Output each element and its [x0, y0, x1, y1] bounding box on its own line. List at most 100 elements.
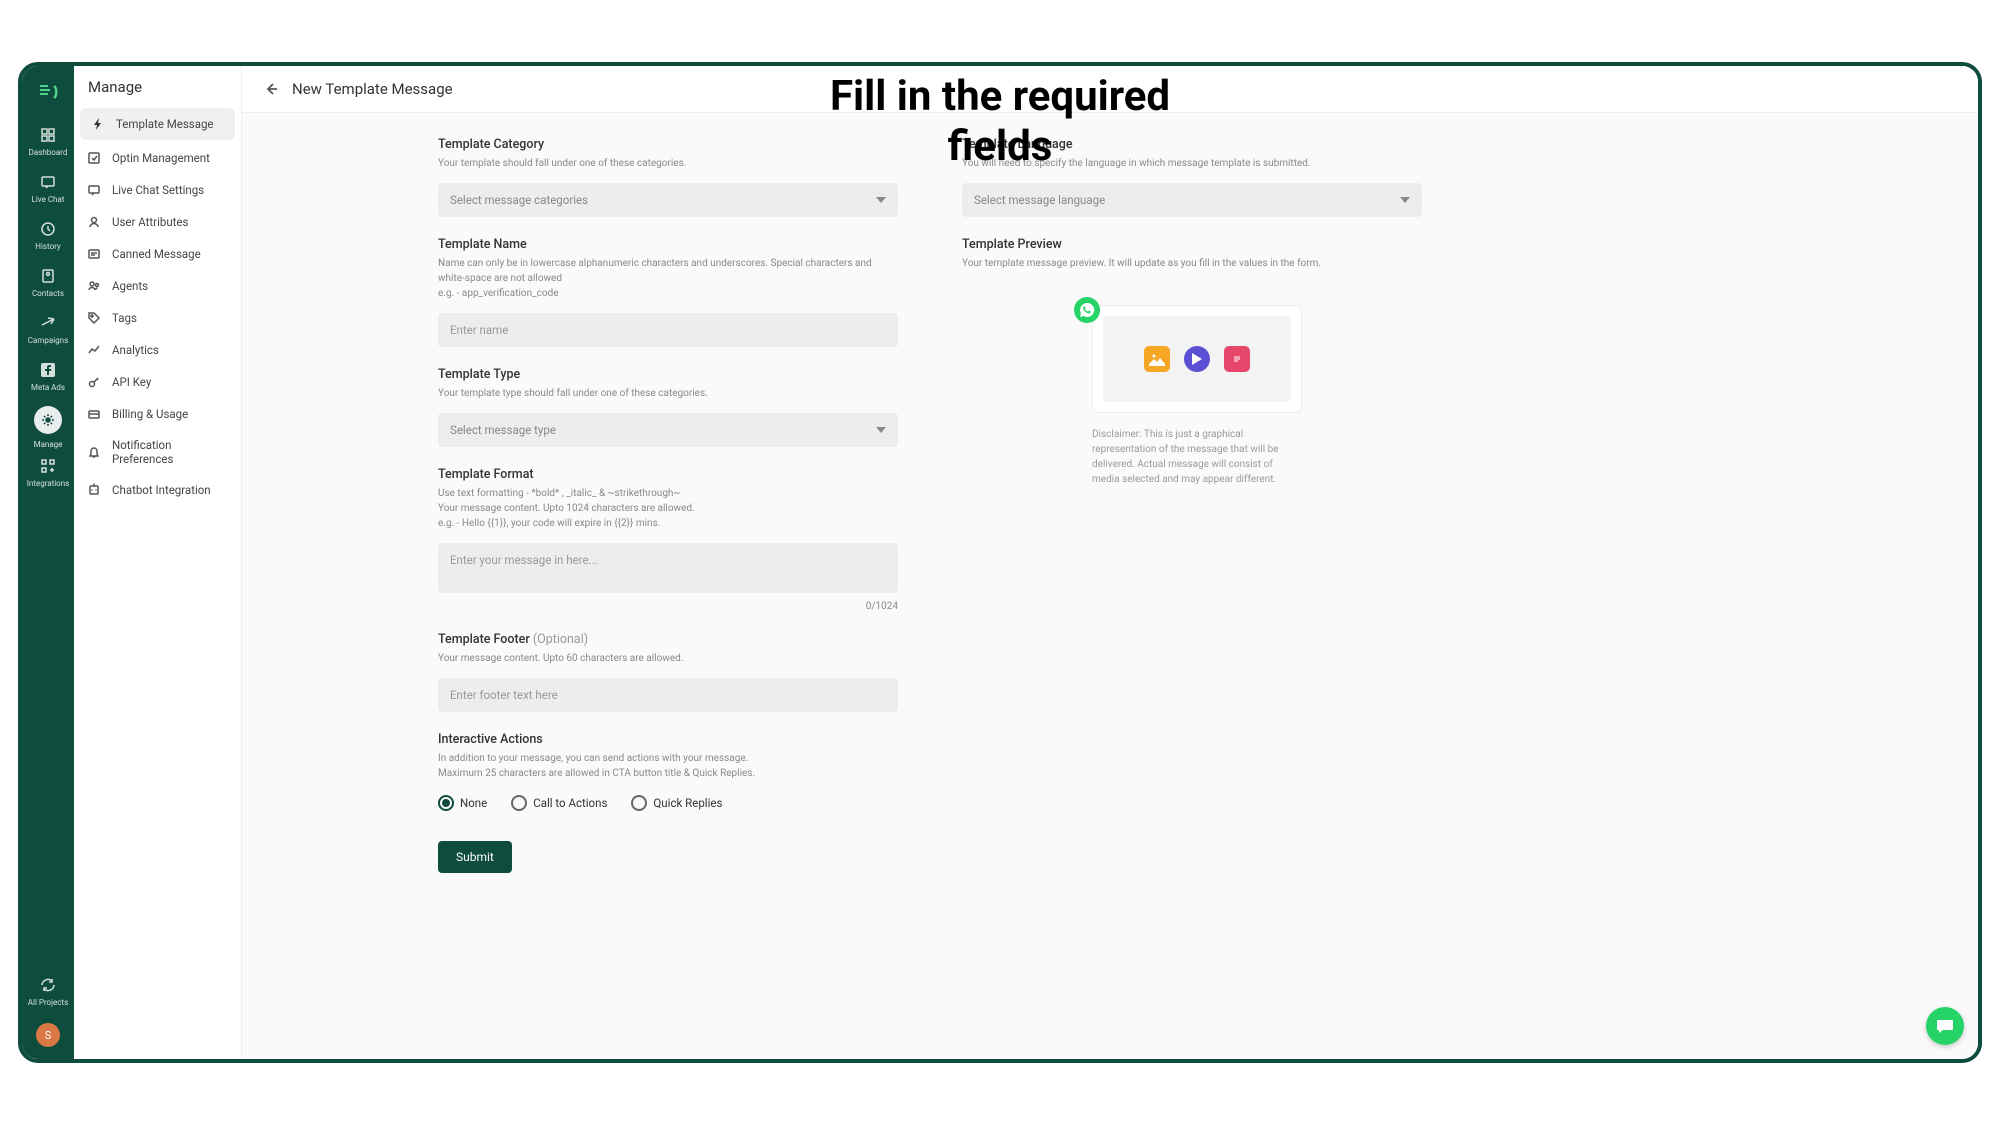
page-title: New Template Message — [292, 80, 453, 98]
form-content: Template Category Your template should f… — [242, 113, 1978, 1059]
rail-item-history[interactable]: History — [22, 212, 74, 259]
rail-item-dashboard[interactable]: Dashboard — [22, 118, 74, 165]
field-template-type: Template Type Your template type should … — [438, 367, 898, 447]
rail-item-meta-ads[interactable]: Meta Ads — [22, 353, 74, 400]
user-avatar[interactable]: S — [36, 1023, 60, 1047]
sidebar-item-label: Billing & Usage — [112, 407, 188, 421]
sidebar-item-template-message[interactable]: Template Message — [80, 108, 235, 140]
canned-icon — [86, 246, 102, 262]
sidebar-item-label: Notification Preferences — [112, 438, 229, 466]
sidebar-item-tags[interactable]: Tags — [74, 302, 241, 334]
app-logo-icon — [34, 78, 62, 106]
image-icon — [1144, 346, 1170, 372]
chat-fab-button[interactable] — [1926, 1007, 1964, 1045]
footer-input[interactable] — [438, 678, 898, 712]
checkbox-icon — [86, 150, 102, 166]
tag-icon — [86, 310, 102, 326]
message-icon — [86, 182, 102, 198]
main-area: New Template Message Template Category Y… — [242, 66, 1978, 1059]
refresh-icon — [39, 976, 57, 994]
left-rail: Dashboard Live Chat History Contacts Cam… — [22, 66, 74, 1059]
integrations-icon — [39, 457, 57, 475]
format-textarea[interactable] — [438, 543, 898, 593]
form-right-column: Template Language You will need to speci… — [962, 137, 1422, 1035]
radio-quick-replies[interactable]: Quick Replies — [631, 795, 722, 811]
agents-icon — [86, 278, 102, 294]
contacts-icon — [39, 267, 57, 285]
sidebar-item-label: Agents — [112, 279, 148, 293]
chevron-down-icon — [876, 427, 886, 433]
sidebar-item-chatbot-integration[interactable]: Chatbot Integration — [74, 474, 241, 506]
radio-call-to-actions[interactable]: Call to Actions — [511, 795, 607, 811]
sidebar-item-label: Canned Message — [112, 247, 201, 261]
facebook-icon — [39, 361, 57, 379]
media-placeholder — [1103, 316, 1291, 402]
language-select[interactable]: Select message language — [962, 183, 1422, 217]
sidebar-item-agents[interactable]: Agents — [74, 270, 241, 302]
name-input[interactable] — [438, 313, 898, 347]
whatsapp-icon — [1074, 297, 1100, 323]
sidebar-item-analytics[interactable]: Analytics — [74, 334, 241, 366]
radio-group: None Call to Actions Quick Replies — [438, 795, 898, 811]
back-arrow-icon[interactable] — [262, 80, 280, 98]
sidebar-item-optin-management[interactable]: Optin Management — [74, 142, 241, 174]
sidebar-item-user-attributes[interactable]: User Attributes — [74, 206, 241, 238]
analytics-icon — [86, 342, 102, 358]
char-count: 0/1024 — [438, 601, 898, 612]
sidebar-item-label: Tags — [112, 311, 137, 325]
preview-bubble — [1092, 305, 1302, 413]
radio-none[interactable]: None — [438, 795, 487, 811]
field-label: Template Name — [438, 237, 898, 252]
radio-icon — [438, 795, 454, 811]
category-select[interactable]: Select message categories — [438, 183, 898, 217]
sidebar-item-label: Live Chat Settings — [112, 183, 204, 197]
gear-icon — [39, 411, 57, 429]
sidebar-item-api-key[interactable]: API Key — [74, 366, 241, 398]
sidebar-item-notification-preferences[interactable]: Notification Preferences — [74, 430, 241, 474]
field-label: Interactive Actions — [438, 732, 898, 747]
chevron-down-icon — [876, 197, 886, 203]
sidebar-item-label: Optin Management — [112, 151, 210, 165]
play-icon — [1184, 346, 1210, 372]
radio-icon — [511, 795, 527, 811]
app-frame: Dashboard Live Chat History Contacts Cam… — [18, 62, 1982, 1063]
overlay-instruction-title: Fill in the required fields — [830, 72, 1170, 173]
field-help: Your message content. Upto 60 characters… — [438, 651, 898, 666]
user-icon — [86, 214, 102, 230]
preview-disclaimer: Disclaimer: This is just a graphical rep… — [1092, 427, 1302, 487]
sidebar-item-live-chat-settings[interactable]: Live Chat Settings — [74, 174, 241, 206]
sidebar-item-label: Chatbot Integration — [112, 483, 211, 497]
field-label: Template Format — [438, 467, 898, 482]
field-help: In addition to your message, you can sen… — [438, 751, 898, 781]
sidebar-item-label: Analytics — [112, 343, 159, 357]
chatbot-icon — [86, 482, 102, 498]
sidebar-title: Manage — [74, 66, 241, 106]
sidebar-item-label: User Attributes — [112, 215, 188, 229]
dashboard-icon — [39, 126, 57, 144]
history-icon — [39, 220, 57, 238]
rail-item-all-projects[interactable]: All Projects — [22, 968, 74, 1015]
field-label: Template Type — [438, 367, 898, 382]
sidebar-item-label: API Key — [112, 375, 151, 389]
rail-item-contacts[interactable]: Contacts — [22, 259, 74, 306]
rail-item-integrations[interactable]: Integrations — [22, 449, 74, 496]
sidebar-item-canned-message[interactable]: Canned Message — [74, 238, 241, 270]
document-icon — [1224, 346, 1250, 372]
radio-icon — [631, 795, 647, 811]
rail-item-live-chat[interactable]: Live Chat — [22, 165, 74, 212]
field-label: Template Footer (Optional) — [438, 632, 898, 647]
bell-icon — [86, 444, 102, 460]
rail-item-campaigns[interactable]: Campaigns — [22, 306, 74, 353]
field-label: Template Preview — [962, 237, 1422, 252]
chevron-down-icon — [1400, 197, 1410, 203]
campaigns-icon — [39, 314, 57, 332]
manage-sidebar: Manage Template Message Optin Management… — [74, 66, 242, 1059]
field-help: Your template message preview. It will u… — [962, 256, 1422, 271]
sidebar-item-billing-usage[interactable]: Billing & Usage — [74, 398, 241, 430]
field-help: Your template type should fall under one… — [438, 386, 898, 401]
form-left-column: Template Category Your template should f… — [438, 137, 898, 1035]
field-help: Name can only be in lowercase alphanumer… — [438, 256, 898, 301]
submit-button[interactable]: Submit — [438, 841, 512, 873]
type-select[interactable]: Select message type — [438, 413, 898, 447]
rail-item-manage[interactable] — [34, 406, 62, 434]
